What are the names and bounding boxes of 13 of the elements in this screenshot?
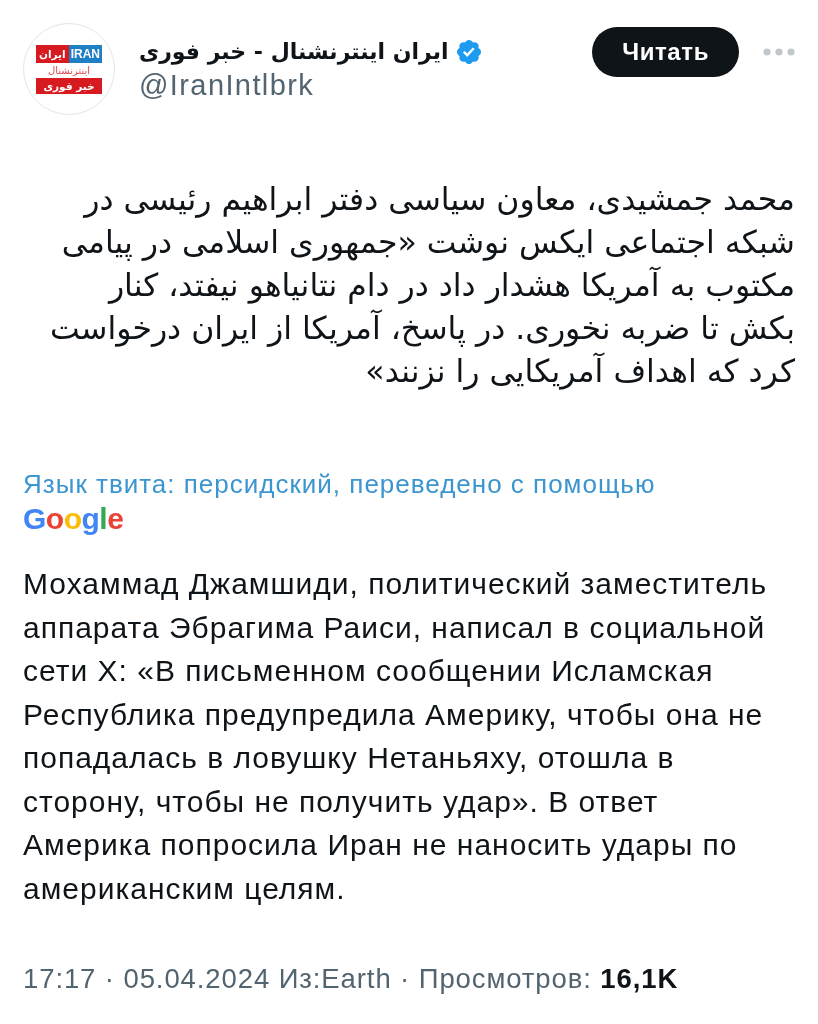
translation-note: Язык твита: персидский, переведено с помощью: [23, 469, 657, 499]
logo-text: ایران: [36, 44, 69, 63]
translated-text: Мохаммад Джамшиди, политический заместитель аппарата Эбрагима Раиси, написал в социальной сети X: «В письменном сообщении Исламская Республика предупредила Америку, чтобы она не попадалась в ловушку Нетаньяху, отошла в сторону, чтобы не получить удар». В ответ Америка попросила Иран не наносить удары по американским целям.: [23, 566, 769, 907]
logo-text: IRAN: [68, 44, 102, 63]
author-name: ایران اینترنشنال - خبر فوری: [139, 38, 449, 67]
tweet-text: محمد جمشیدی، معاون سیاسی دفتر ابراهیم رئیسی در شبکه اجتماعی ایکس نوشت «جمهوری اسلامی در پیامی مکتوب به آمریکا هشدار داد در دام نتانیاهو نیفتد، کنار بکش تا ضربه نخوری. در پاسخ، آمریکا از ایران درخواست کرد که اهداف آمریکایی را نزنند»: [49, 180, 795, 392]
follow-button[interactable]: Читать: [592, 27, 739, 77]
author-handle[interactable]: @IranIntlbrk: [139, 68, 481, 102]
more-options-icon[interactable]: [763, 48, 795, 56]
logo-text: اینترنشنال: [46, 63, 92, 78]
translator-logo: Google: [23, 503, 124, 535]
logo-text: خبر فوری: [36, 77, 102, 94]
tweet-meta: 17:17 · 05.04.2024 Из:Earth · Просмотров: 16,1K: [23, 962, 680, 996]
